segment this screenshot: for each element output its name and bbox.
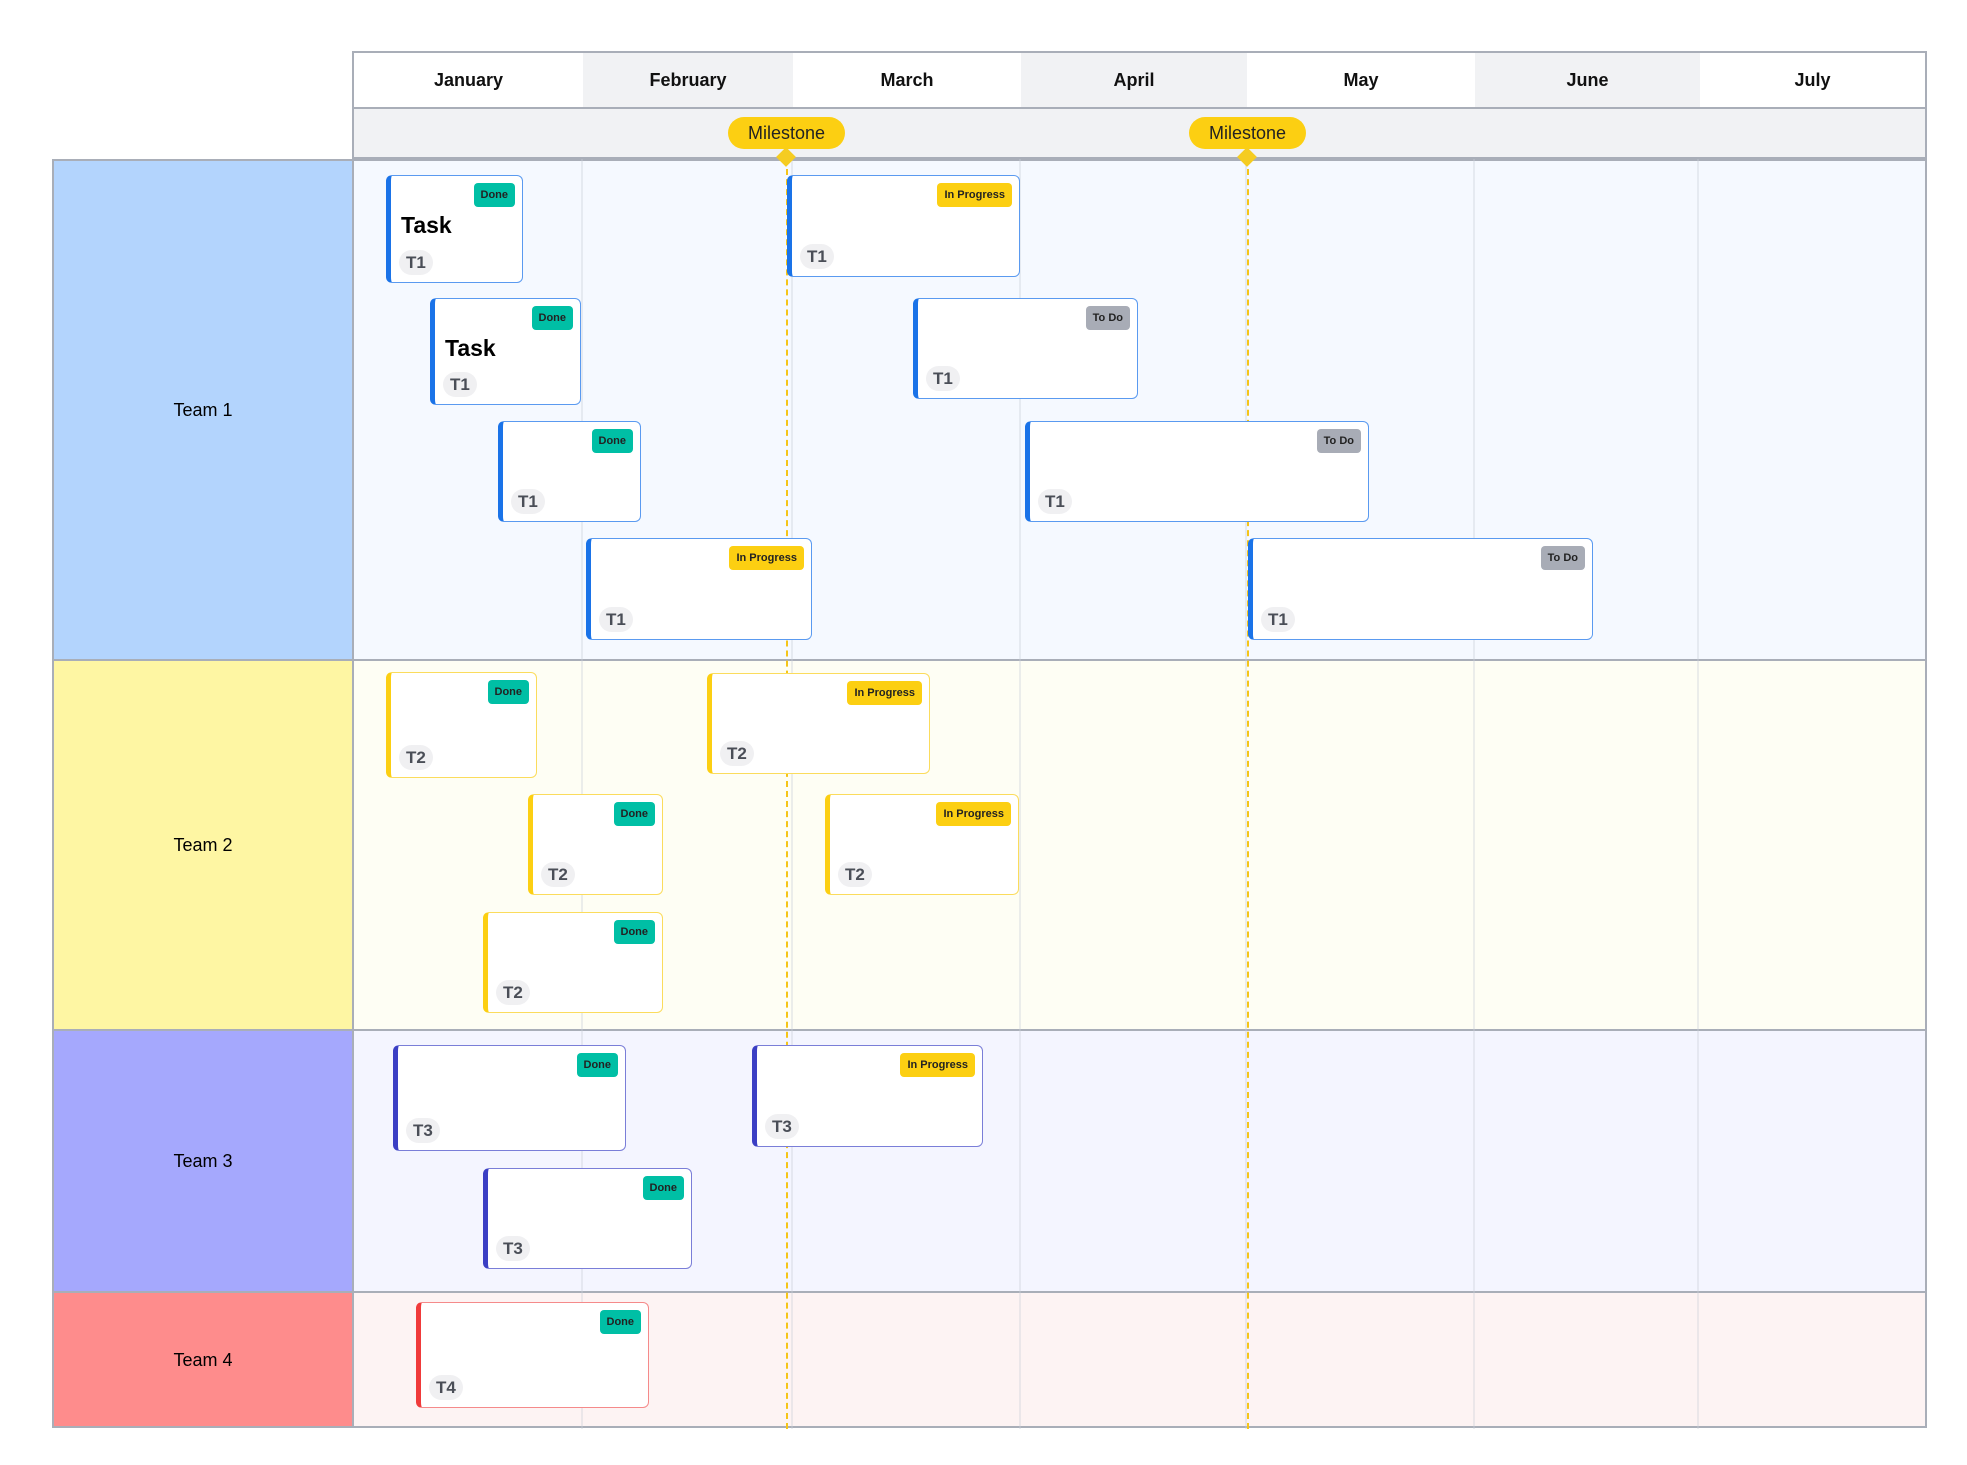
milestone-line — [1247, 159, 1249, 1429]
status-badge: Done — [531, 306, 573, 330]
month-june: June — [1475, 53, 1700, 107]
task-title: Task — [401, 212, 452, 238]
month-header: January February March April May June Ju… — [352, 51, 1927, 107]
task-card[interactable]: Done T1 — [498, 421, 641, 522]
milestone-2[interactable]: Milestone — [1189, 117, 1306, 149]
team-tag-chip: T1 — [511, 489, 545, 514]
team-tag-chip: T2 — [720, 741, 754, 766]
month-april: April — [1021, 53, 1247, 107]
task-card[interactable]: Done T3 — [393, 1045, 626, 1151]
team-tag-chip: T2 — [399, 745, 433, 770]
team-tag-chip: T1 — [800, 244, 834, 269]
status-badge: Done — [576, 1053, 618, 1077]
task-card[interactable]: In Progress T2 — [707, 673, 930, 774]
task-card[interactable]: Done Task T1 — [386, 175, 523, 283]
milestone-row — [352, 107, 1927, 159]
team-tag-chip: T1 — [443, 372, 477, 397]
task-card[interactable]: In Progress T2 — [825, 794, 1019, 895]
month-july: July — [1794, 69, 1831, 90]
status-badge: In Progress — [900, 1053, 975, 1077]
status-badge: In Progress — [936, 802, 1011, 826]
month-february: February — [583, 53, 793, 107]
task-card[interactable]: Done Task T1 — [430, 298, 581, 405]
task-card[interactable]: In Progress T3 — [752, 1045, 983, 1147]
month-january: January — [433, 69, 504, 90]
status-badge: Done — [613, 802, 655, 826]
team-tag-chip: T1 — [399, 250, 433, 275]
task-card[interactable]: Done T2 — [483, 912, 663, 1013]
status-badge: Done — [642, 1176, 684, 1200]
team-tag-chip: T1 — [599, 607, 633, 632]
team-label-1: Team 1 — [52, 159, 352, 659]
status-badge: To Do — [1085, 306, 1130, 330]
grid-line — [1473, 159, 1475, 1429]
team-tag-chip: T1 — [926, 366, 960, 391]
roadmap-board: January February March April May June Ju… — [0, 0, 1967, 1465]
team-tag-chip: T1 — [1261, 607, 1295, 632]
month-march: March — [880, 69, 934, 90]
task-card[interactable]: To Do T1 — [1248, 538, 1593, 640]
task-card[interactable]: To Do T1 — [1025, 421, 1369, 522]
team-label-3: Team 3 — [52, 1029, 352, 1291]
task-card[interactable]: Done T3 — [483, 1168, 692, 1269]
status-badge: In Progress — [937, 183, 1012, 207]
team-tag-chip: T1 — [1038, 489, 1072, 514]
task-title: Task — [445, 335, 496, 361]
status-badge: To Do — [1540, 546, 1585, 570]
month-may: May — [1343, 69, 1379, 90]
task-card[interactable]: In Progress T1 — [787, 175, 1020, 277]
team-tag-chip: T3 — [496, 1236, 530, 1261]
task-card[interactable]: Done T4 — [416, 1302, 649, 1408]
status-badge: In Progress — [729, 546, 804, 570]
task-card[interactable]: To Do T1 — [913, 298, 1138, 399]
status-badge: Done — [599, 1310, 641, 1334]
task-card[interactable]: Done T2 — [528, 794, 663, 895]
team-label-4: Team 4 — [52, 1291, 352, 1427]
team-tag-chip: T3 — [765, 1114, 799, 1139]
task-card[interactable]: In Progress T1 — [586, 538, 812, 640]
status-badge: Done — [591, 429, 633, 453]
team-tag-chip: T4 — [429, 1375, 463, 1400]
grid-bottom-border — [52, 1426, 1927, 1428]
status-badge: To Do — [1316, 429, 1361, 453]
grid-line — [791, 159, 793, 1429]
team-tag-chip: T2 — [838, 862, 872, 887]
status-badge: Done — [613, 920, 655, 944]
status-badge: In Progress — [847, 681, 922, 705]
team-tag-chip: T3 — [406, 1118, 440, 1143]
task-card[interactable]: Done T2 — [386, 672, 537, 778]
milestone-line — [786, 159, 788, 1429]
grid-left-border — [52, 159, 54, 1428]
milestone-1[interactable]: Milestone — [728, 117, 845, 149]
team-tag-chip: T2 — [541, 862, 575, 887]
team-tag-chip: T2 — [496, 980, 530, 1005]
grid-line — [1697, 159, 1699, 1429]
status-badge: Done — [473, 183, 515, 207]
team-label-2: Team 2 — [52, 659, 352, 1029]
status-badge: Done — [487, 680, 529, 704]
